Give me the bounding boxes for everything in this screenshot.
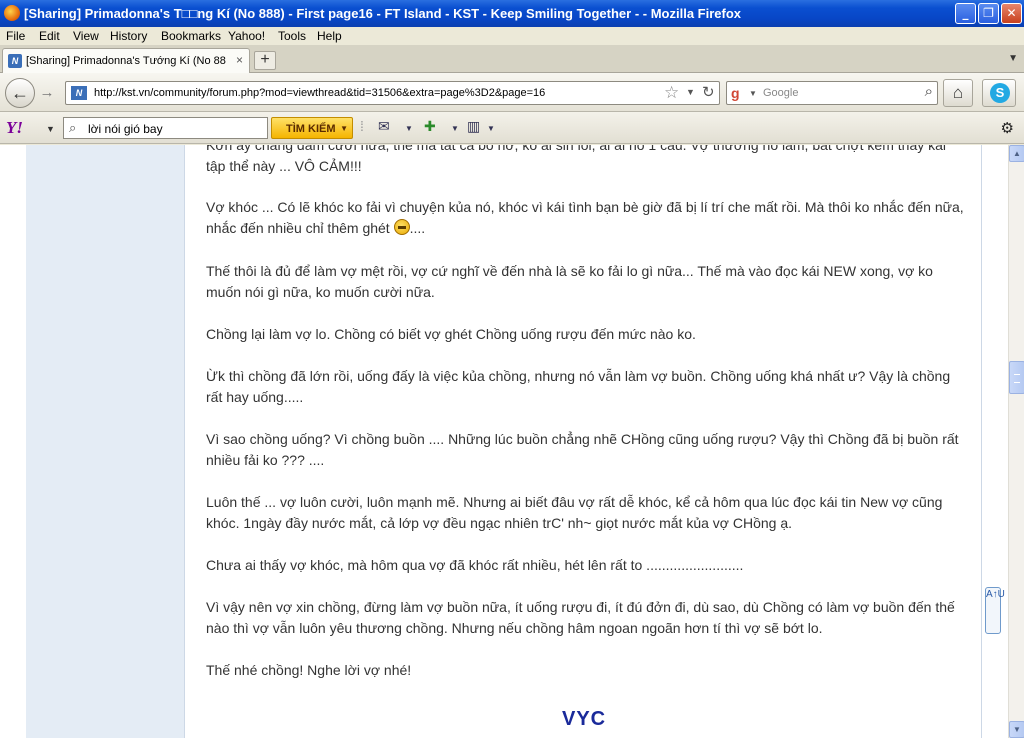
scroll-up-button[interactable]: ▲	[1009, 145, 1024, 162]
home-icon: ⌂	[952, 83, 964, 102]
post-paragraph: Thế thôi là đủ để làm vợ mệt rồi, vợ cứ …	[206, 263, 933, 300]
menu-tools[interactable]: Tools	[278, 29, 306, 43]
menu-view[interactable]: View	[73, 29, 99, 43]
page-margin	[0, 145, 26, 738]
tab-current[interactable]: N [Sharing] Primadonna's Tướng Kí (No 88…	[2, 48, 250, 73]
angry-emoticon-icon	[393, 219, 410, 235]
window-title-bar: [Sharing] Primadonna's T□□ng Kí (No 888)…	[0, 0, 1024, 27]
yahoo-menu-chevron-icon[interactable]: ▼	[46, 124, 55, 134]
search-icon: ⌕	[69, 120, 77, 135]
post-paragraph: Chưa ai thấy vợ khóc, mà hôm qua vợ đã k…	[206, 557, 744, 573]
tab-strip: N [Sharing] Primadonna's Tướng Kí (No 88…	[0, 45, 1024, 73]
addon-dropdown-icon[interactable]: ▼	[451, 124, 459, 133]
navigation-toolbar: ← → N http://kst.vn/community/forum.php?…	[0, 73, 1024, 112]
site-favicon-icon: N	[71, 86, 87, 100]
minimize-button[interactable]: _	[955, 3, 976, 24]
close-window-button[interactable]: ✕	[1001, 3, 1022, 24]
restore-button[interactable]: ❐	[978, 3, 999, 24]
post-paragraph: Kơn ấy chàng đám cưới hứa, thế mà tất cả…	[206, 145, 947, 174]
mail-icon[interactable]: ✉	[378, 118, 390, 135]
yahoo-search-field[interactable]: ⌕ lời nói gió bay	[63, 117, 268, 139]
post-paragraph: Vì vậy nên vợ xin chồng, đừng làm vợ buồ…	[206, 599, 955, 636]
yahoo-search-input[interactable]: lời nói gió bay	[88, 122, 163, 136]
scrollbar-thumb[interactable]	[1009, 361, 1024, 394]
firefox-logo-icon	[4, 5, 20, 21]
search-input[interactable]: Google	[763, 87, 798, 99]
toolbar-grip-icon: ⁞	[360, 118, 364, 134]
vertical-scrollbar[interactable]: ▲ ▼	[1008, 145, 1024, 738]
scroll-top-button[interactable]: A↑U	[985, 587, 1005, 634]
yahoo-toolbar: Y! ▼ ⌕ lời nói gió bay TÌM KIẾM ▼ ⁞ ✉ ▼ …	[0, 112, 1024, 144]
post-paragraph: Thế nhé chồng! Nghe lời vợ nhé!	[206, 662, 412, 678]
tab-label: [Sharing] Primadonna's Tướng Kí (No 888)…	[26, 55, 226, 67]
home-button[interactable]: ⌂	[943, 79, 973, 107]
post-paragraph: Chồng lại làm vợ lo. Chồng có biết vợ gh…	[206, 326, 696, 342]
gear-icon[interactable]: ⚙	[1001, 119, 1014, 137]
menu-bar: File Edit View History Bookmarks Yahoo! …	[0, 27, 1024, 45]
post-paragraph: Vì sao chồng uống? Vì chồng buồn .... Nh…	[206, 431, 959, 468]
search-icon[interactable]: ⌕	[925, 83, 933, 100]
post-paragraph: Ừk thì chồng đã lớn rồi, uống đấy là việ…	[206, 368, 951, 405]
google-engine-icon[interactable]: g	[731, 85, 740, 101]
menu-yahoo[interactable]: Yahoo!	[228, 29, 265, 43]
forward-arrow-icon: →	[39, 84, 55, 101]
address-bar[interactable]: N http://kst.vn/community/forum.php?mod=…	[65, 81, 720, 105]
site-favicon-icon: N	[8, 54, 22, 68]
search-bar[interactable]: g ▼ Google ⌕	[726, 81, 938, 105]
post-paragraph-text: Vợ khóc ... Có lẽ khóc ko fải vì chuyện …	[206, 199, 964, 236]
menu-bookmarks[interactable]: Bookmarks	[161, 29, 221, 43]
yahoo-search-button[interactable]: TÌM KIẾM ▼	[271, 117, 353, 139]
mail-dropdown-icon[interactable]: ▼	[405, 124, 413, 133]
skype-icon: S	[990, 83, 1010, 103]
back-arrow-icon: ←	[11, 83, 29, 103]
post-paragraph-suffix: ....	[409, 220, 426, 236]
addon-icon[interactable]: ✚	[424, 118, 436, 135]
post-paragraph: Luôn thế ... vợ luôn cười, luôn mạnh mẽ.…	[206, 494, 943, 531]
menu-history[interactable]: History	[110, 29, 147, 43]
reload-icon[interactable]: ↻	[702, 83, 715, 101]
search-engine-dropdown-icon[interactable]: ▼	[749, 89, 757, 98]
post-signature: VYC	[562, 708, 607, 730]
skype-button[interactable]: S	[982, 79, 1016, 107]
tab-close-icon[interactable]: ×	[236, 53, 243, 67]
post-paragraph: Vợ khóc ... Có lẽ khóc ko fải vì chuyện …	[206, 197, 966, 239]
page-tools-icon[interactable]: ▥	[467, 118, 480, 135]
menu-help[interactable]: Help	[317, 29, 342, 43]
scroll-down-button[interactable]: ▼	[1009, 721, 1024, 738]
forward-button[interactable]: →	[36, 84, 58, 104]
url-history-dropdown-icon[interactable]: ▼	[686, 87, 695, 97]
window-title: [Sharing] Primadonna's T□□ng Kí (No 888)…	[24, 6, 742, 21]
yahoo-search-button-label: TÌM KIẾM	[286, 123, 336, 135]
post-author-sidebar	[26, 145, 185, 738]
chevron-down-icon: ▼	[340, 124, 348, 133]
url-text[interactable]: http://kst.vn/community/forum.php?mod=vi…	[94, 87, 545, 99]
menu-file[interactable]: File	[6, 29, 25, 43]
post-body: Kơn ấy chàng đám cưới hứa, thế mà tất cả…	[186, 145, 982, 738]
page-tools-dropdown-icon[interactable]: ▼	[487, 124, 495, 133]
new-tab-button[interactable]: +	[254, 51, 276, 70]
tab-list-chevron-icon[interactable]: ▼	[1008, 53, 1018, 64]
menu-edit[interactable]: Edit	[39, 29, 60, 43]
yahoo-logo-icon[interactable]: Y!	[6, 118, 23, 138]
back-button[interactable]: ←	[5, 78, 35, 108]
bookmark-star-icon[interactable]: ☆	[664, 83, 679, 103]
page-viewport: Kơn ấy chàng đám cưới hứa, thế mà tất cả…	[0, 145, 1008, 738]
